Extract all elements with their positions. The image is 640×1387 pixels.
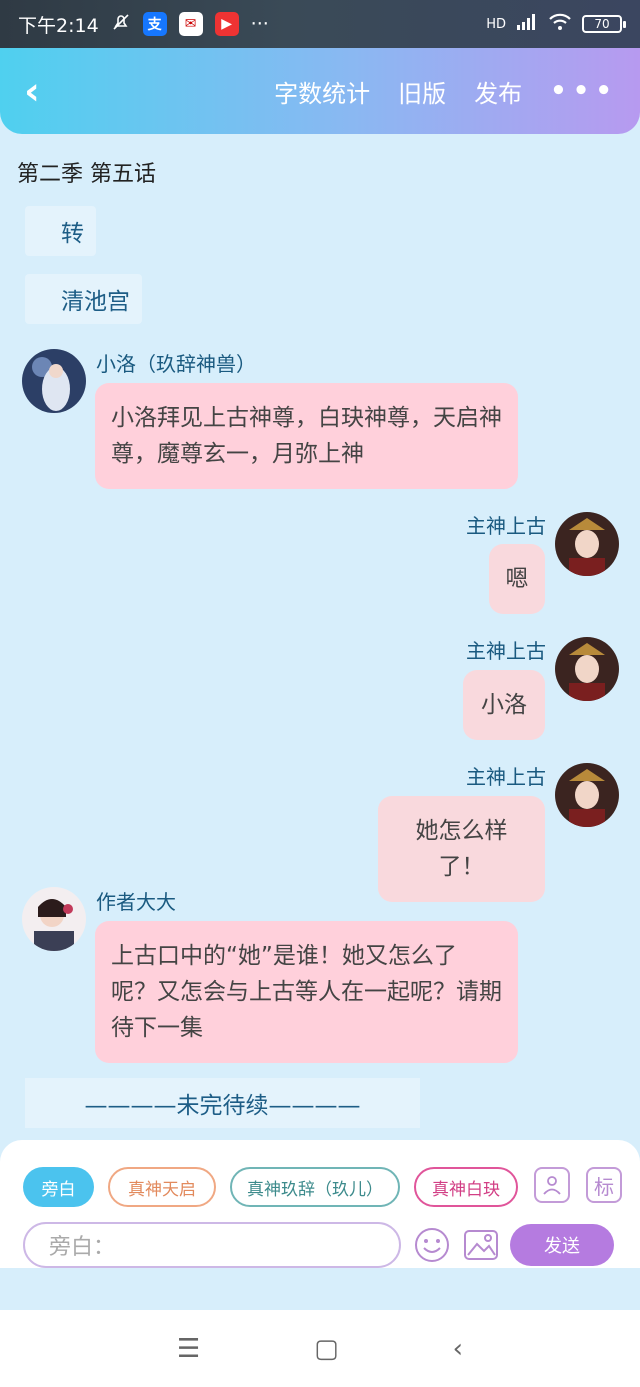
video-app-icon: ▶	[214, 12, 239, 36]
mute-bell-icon	[111, 12, 131, 37]
more-notifications: ···	[250, 13, 269, 35]
role-chip-jiuci[interactable]: 真神玖辞（玖儿）	[230, 1167, 400, 1207]
avatar-shanggu[interactable]	[555, 512, 619, 576]
image-icon[interactable]	[462, 1226, 500, 1264]
role-chip-tianqi[interactable]: 真神天启	[108, 1167, 216, 1207]
role-chip-baijue[interactable]: 真神白玦	[414, 1167, 518, 1207]
sender-name: 主神上古	[466, 514, 546, 538]
avatar-author[interactable]	[22, 887, 86, 951]
message-bubble[interactable]: 小洛拜见上古神尊，白玦神尊，天启神尊，魔尊玄一，月弥上神	[95, 383, 518, 489]
message-bubble[interactable]: 嗯	[489, 544, 545, 614]
back-button[interactable]: ‹	[0, 48, 64, 134]
back-nav-button[interactable]: ‹	[453, 1334, 463, 1364]
message-bubble[interactable]: 小洛	[463, 670, 545, 740]
sender-name: 主神上古	[466, 765, 546, 789]
status-bar: 下午2:14 支 ✉ ▶ ··· HD 70	[0, 0, 640, 48]
message-bubble[interactable]: 她怎么样了！	[378, 796, 545, 902]
old-version-button[interactable]: 旧版	[398, 74, 446, 109]
news-app-icon: ✉	[178, 12, 203, 36]
more-menu-button[interactable]: •••	[550, 76, 618, 106]
sender-name: 主神上古	[466, 639, 546, 663]
message-bubble[interactable]: 上古口中的“她”是谁！她又怎么了呢？又怎会与上古等人在一起呢？请期待下一集	[95, 921, 518, 1063]
role-chip-narrator[interactable]: 旁白	[23, 1167, 94, 1207]
top-bar: ‹ 字数统计 旧版 发布 •••	[0, 48, 640, 134]
send-button[interactable]: 发送	[510, 1224, 614, 1266]
tag-icon[interactable]: 标	[586, 1167, 622, 1203]
battery-icon: 70	[582, 15, 626, 33]
home-nav-button[interactable]: ▢	[314, 1334, 339, 1364]
character-select-icon[interactable]	[534, 1167, 570, 1203]
menu-nav-button[interactable]: ☰	[177, 1334, 200, 1364]
system-nav-bar: ☰ ▢ ‹	[0, 1310, 640, 1387]
alipay-icon: 支	[142, 12, 167, 36]
narration-line[interactable]: 清池宫	[25, 274, 142, 324]
signal-icon	[516, 13, 538, 35]
avatar-shanggu[interactable]	[555, 637, 619, 701]
sender-name: 作者大大	[96, 890, 176, 914]
message-input[interactable]: 旁白：	[23, 1222, 401, 1268]
clock: 下午2:14	[18, 14, 99, 37]
chapter-title: 第二季 第五话	[17, 162, 156, 187]
narration-line[interactable]: 转	[25, 206, 96, 256]
word-count-button[interactable]: 字数统计	[274, 74, 370, 109]
to-be-continued[interactable]: ————未完待续————	[25, 1078, 420, 1128]
composer: 旁白 真神天启 真神玖辞（玖儿） 真神白玦 标 旁白： 发送	[0, 1140, 640, 1268]
avatar-xiaoluo[interactable]	[22, 349, 86, 413]
bottom-gap	[0, 1268, 640, 1310]
wifi-icon	[548, 13, 572, 35]
avatar-shanggu[interactable]	[555, 763, 619, 827]
hd-label: HD	[486, 16, 506, 32]
chat-content: 第二季 第五话 转 清池宫 小洛（玖辞神兽） 小洛拜见上古神尊，白玦神尊，天启神…	[0, 134, 640, 1140]
sender-name: 小洛（玖辞神兽）	[96, 352, 256, 376]
publish-button[interactable]: 发布	[474, 74, 522, 109]
emoji-icon[interactable]	[413, 1226, 451, 1264]
